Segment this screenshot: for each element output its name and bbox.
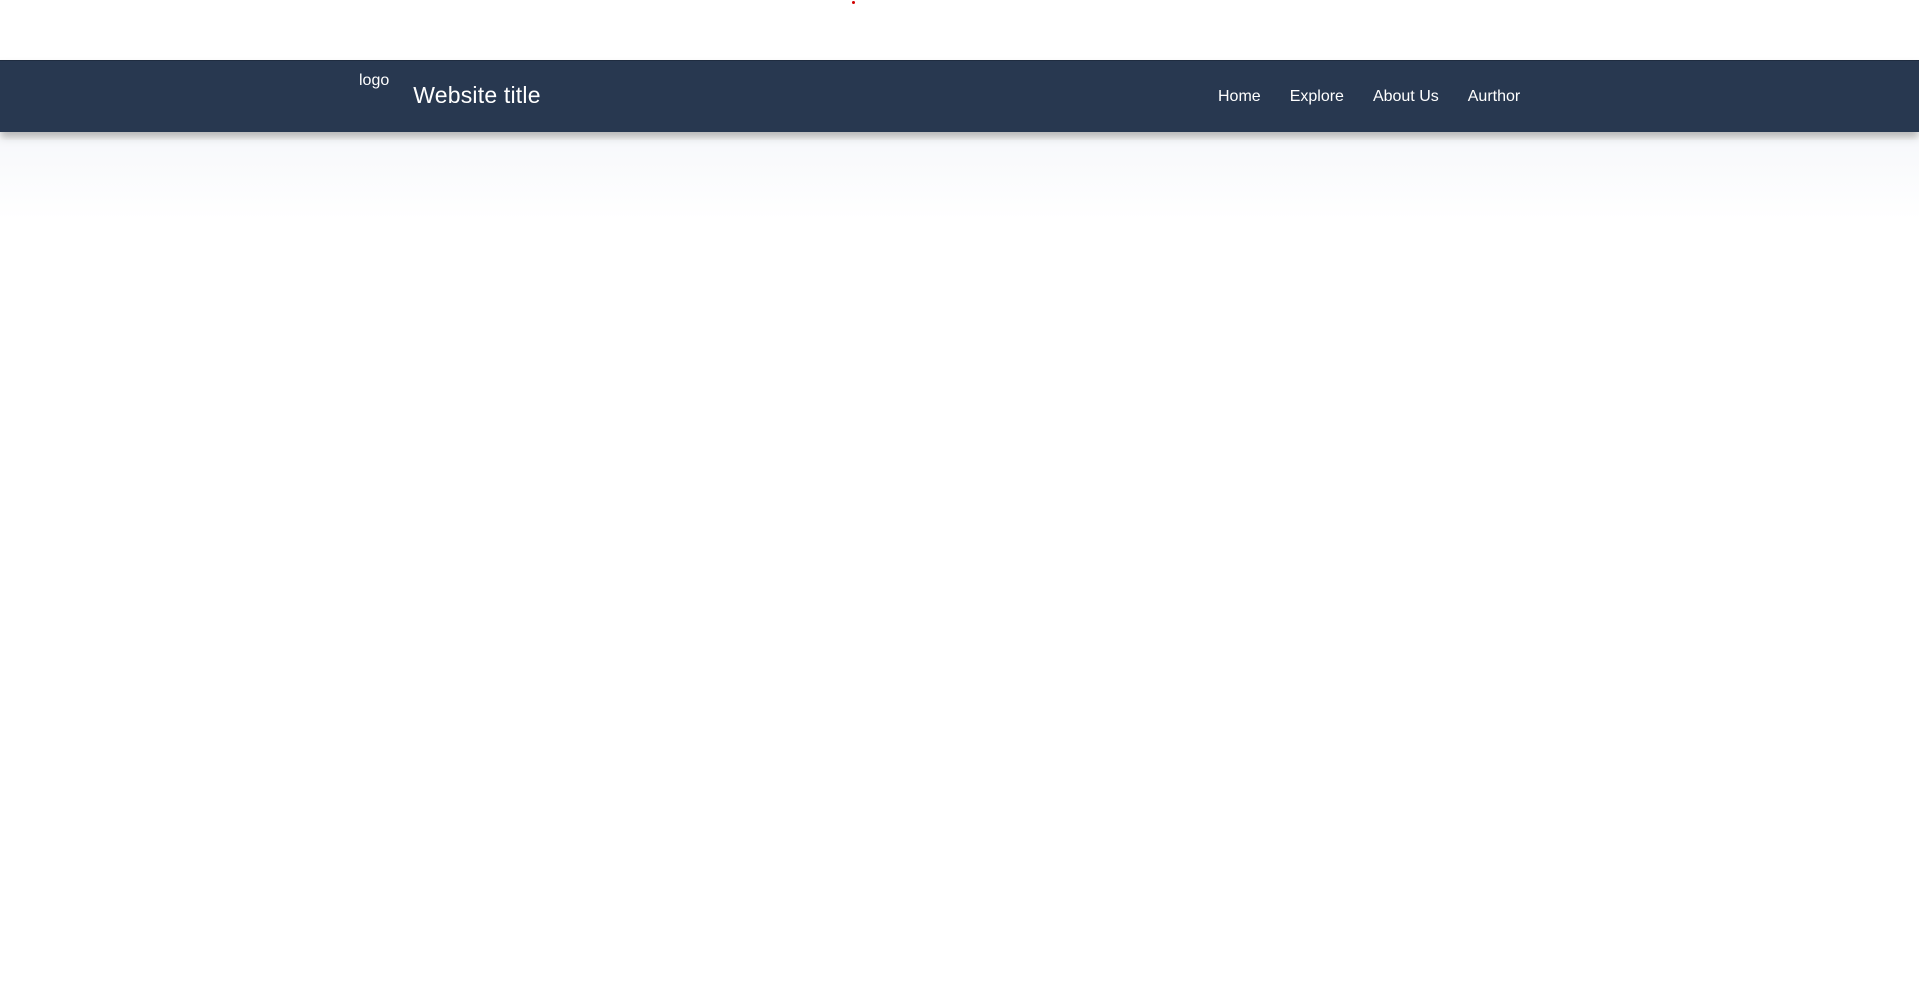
navbar: logo Website title Home Explore About Us… bbox=[0, 60, 1919, 132]
nav-link-author[interactable]: Aurthor bbox=[1468, 88, 1520, 106]
nav-link-about-us[interactable]: About Us bbox=[1373, 88, 1439, 106]
content-area bbox=[0, 140, 1919, 220]
nav-link-explore[interactable]: Explore bbox=[1290, 88, 1344, 106]
nav-links: Home Explore About Us Aurthor bbox=[1218, 61, 1520, 132]
logo-alt-text: logo bbox=[359, 72, 390, 89]
logo-image-broken[interactable]: logo bbox=[359, 72, 389, 90]
page: logo Website title Home Explore About Us… bbox=[0, 0, 1919, 985]
red-dot-marker bbox=[852, 1, 855, 4]
site-title[interactable]: Website title bbox=[413, 84, 540, 107]
nav-link-home[interactable]: Home bbox=[1218, 88, 1261, 106]
brand[interactable]: logo Website title bbox=[359, 61, 541, 132]
